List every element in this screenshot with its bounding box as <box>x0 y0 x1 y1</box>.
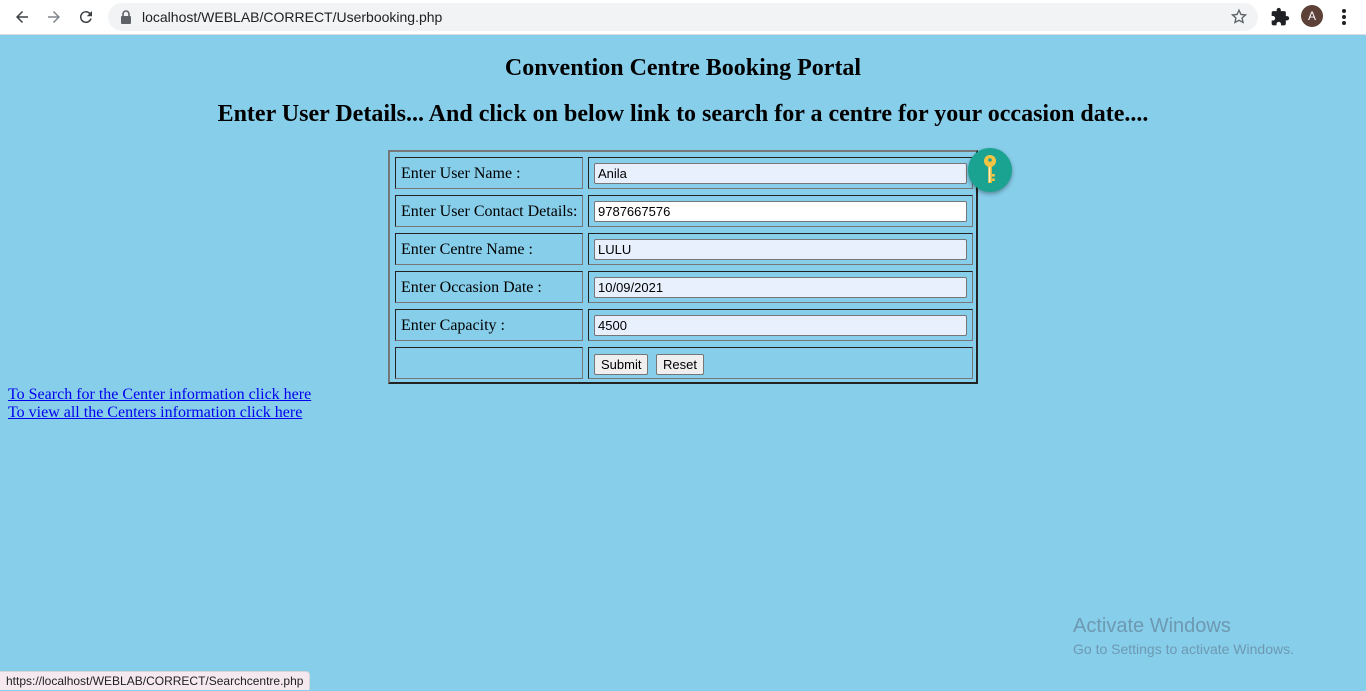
form-input-cell <box>588 271 973 303</box>
form-label-cell: Enter User Contact Details: <box>395 195 583 227</box>
extensions-puzzle-icon[interactable] <box>1270 7 1290 27</box>
page-subtitle: Enter User Details... And click on below… <box>217 101 1149 127</box>
capacity-input[interactable] <box>594 315 967 336</box>
back-button[interactable] <box>9 4 35 30</box>
form-empty-cell <box>395 347 583 379</box>
form-label-cell: Enter Occasion Date : <box>395 271 583 303</box>
address-url[interactable]: localhost/WEBLAB/CORRECT/Userbooking.php <box>142 3 442 31</box>
arrow-right-icon <box>48 11 60 23</box>
contact-details-label: Enter User Contact Details: <box>401 203 578 220</box>
browser-toolbar: localhost/WEBLAB/CORRECT/Userbooking.php… <box>0 0 1366 35</box>
lock-icon <box>121 10 131 24</box>
search-center-link[interactable]: To Search for the Center information cli… <box>8 386 311 404</box>
arrow-left-icon <box>16 11 28 23</box>
submit-button[interactable]: Submit <box>594 354 649 375</box>
form-input-cell <box>588 195 973 227</box>
user-name-label: Enter User Name : <box>401 165 521 182</box>
address-bar[interactable]: localhost/WEBLAB/CORRECT/Userbooking.php <box>108 3 1258 31</box>
reset-button[interactable]: Reset <box>656 354 704 375</box>
form-input-cell <box>588 157 973 189</box>
form-label-cell: Enter Centre Name : <box>395 233 583 265</box>
form-label-cell: Enter User Name : <box>395 157 583 189</box>
key-icon <box>984 155 996 183</box>
contact-details-input[interactable] <box>594 201 967 222</box>
activate-windows-title: Activate Windows <box>1073 615 1231 637</box>
link-status-bar: https://localhost/WEBLAB/CORRECT/Searchc… <box>0 671 311 690</box>
user-details-form: Enter User Name : Enter User Contact Det… <box>388 150 978 384</box>
form-buttons-cell: Submit Reset <box>588 347 973 379</box>
password-manager-key-button[interactable] <box>968 148 1012 192</box>
forward-button[interactable] <box>41 4 67 30</box>
profile-avatar[interactable]: A <box>1301 5 1323 27</box>
user-name-input[interactable] <box>594 163 967 184</box>
occasion-date-input[interactable] <box>594 277 967 298</box>
form-input-cell <box>588 233 973 265</box>
activate-windows-hint: Go to Settings to activate Windows. <box>1073 641 1294 657</box>
centre-name-input[interactable] <box>594 239 967 260</box>
view-all-centers-link[interactable]: To view all the Centers information clic… <box>8 404 302 422</box>
reload-icon <box>79 11 92 24</box>
form-input-cell <box>588 309 973 341</box>
occasion-date-label: Enter Occasion Date : <box>401 279 542 296</box>
centre-name-label: Enter Centre Name : <box>401 241 533 258</box>
bookmark-star-icon[interactable] <box>1230 8 1248 26</box>
reload-button[interactable] <box>73 4 99 30</box>
page-title: Convention Centre Booking Portal <box>504 55 862 81</box>
more-vertical-icon[interactable] <box>1336 7 1352 27</box>
capacity-label: Enter Capacity : <box>401 317 505 334</box>
form-label-cell: Enter Capacity : <box>395 309 583 341</box>
